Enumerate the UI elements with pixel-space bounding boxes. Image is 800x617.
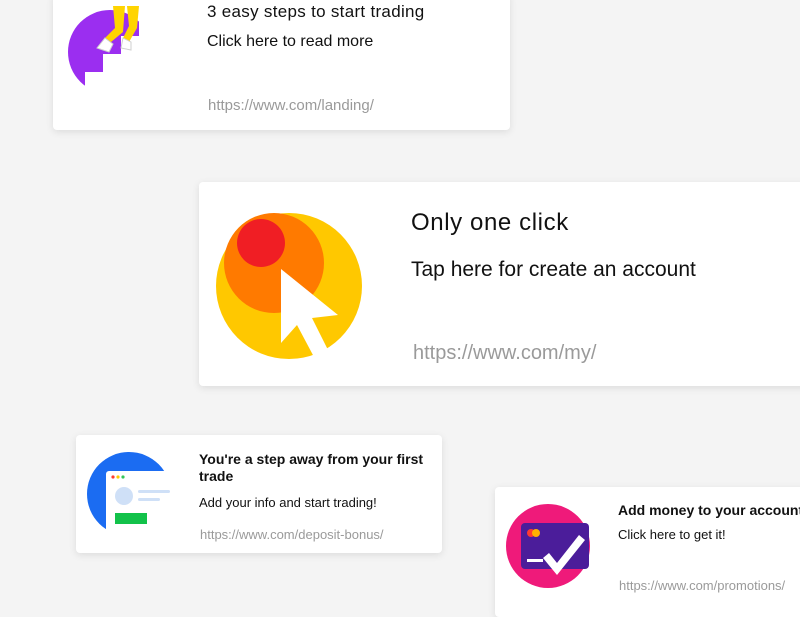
- notification-card-one-click[interactable]: Only one click Tap here for create an ac…: [199, 182, 800, 386]
- card-url: https://www.com/my/: [413, 342, 597, 364]
- stairs-climbing-icon: [65, 2, 160, 97]
- notification-card-step-away[interactable]: You're a step away from your first trade…: [76, 435, 442, 553]
- card-subtitle-link[interactable]: Click here to read more: [207, 33, 373, 51]
- card-title: Only one click: [411, 209, 569, 236]
- card-title: 3 easy steps to start trading: [207, 2, 425, 21]
- profile-form-icon: [86, 451, 172, 537]
- cursor-click-icon: [214, 211, 364, 361]
- card-subtitle-link[interactable]: Add your info and start trading!: [199, 495, 377, 510]
- card-url: https://www.com/landing/: [208, 97, 374, 114]
- card-title: You're a step away from your first trade: [199, 451, 424, 484]
- card-url: https://www.com/deposit-bonus/: [200, 527, 384, 542]
- credit-card-check-icon: [505, 503, 591, 589]
- card-url: https://www.com/promotions/: [619, 578, 786, 593]
- card-title: Add money to your account: [618, 502, 800, 518]
- notification-card-start-trading[interactable]: 3 easy steps to start trading Click here…: [53, 0, 510, 130]
- card-subtitle-link[interactable]: Click here to get it!: [618, 527, 726, 542]
- notification-card-add-money[interactable]: Add money to your account Click here to …: [495, 487, 800, 617]
- card-subtitle-link[interactable]: Tap here for create an account: [411, 258, 696, 282]
